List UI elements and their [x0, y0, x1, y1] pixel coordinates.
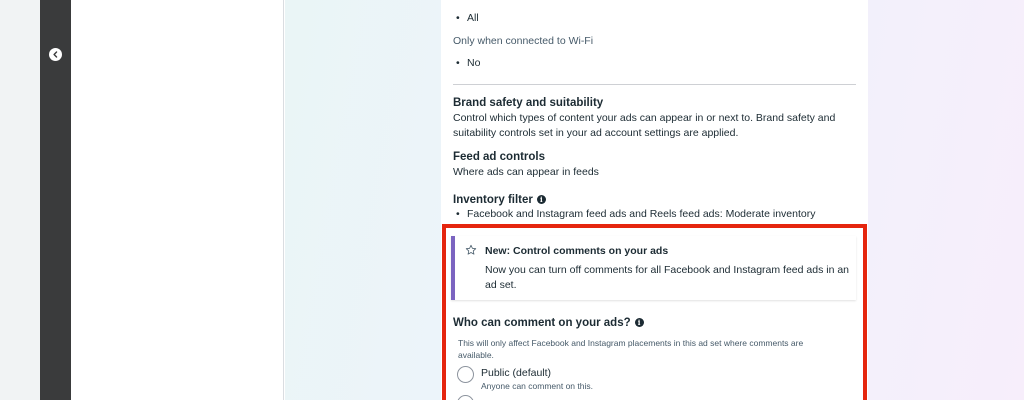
info-icon[interactable]: i	[634, 318, 644, 327]
feed-ad-controls-description: Where ads can appear in feeds	[453, 166, 599, 178]
collapse-panel-button[interactable]	[49, 48, 62, 61]
chevron-left-icon	[53, 51, 58, 58]
inventory-filter-value: Facebook and Instagram feed ads and Reel…	[453, 208, 815, 220]
feed-ad-controls-title: Feed ad controls	[453, 151, 546, 163]
left-panel	[71, 0, 284, 400]
comment-permission-helper: This will only affect Facebook and Insta…	[458, 338, 804, 360]
notice-title: New: Control comments on your ads	[485, 245, 669, 257]
brand-safety-title: Brand safety and suitability	[453, 97, 604, 109]
inventory-filter-title: Inventory filter	[453, 194, 533, 206]
comment-permission-heading: Who can comment on your ads? i	[453, 317, 644, 329]
public-radio[interactable]	[457, 366, 474, 383]
connection-all-value: All	[453, 12, 479, 24]
brand-safety-description: Control which types of content your ads …	[453, 112, 836, 139]
left-margin	[0, 0, 40, 400]
comments-notice: New: Control comments on your ads Now yo…	[451, 236, 856, 300]
star-icon	[465, 244, 477, 255]
section-divider	[453, 84, 856, 85]
notice-body: Now you can turn off comments for all Fa…	[485, 264, 850, 291]
public-option-label[interactable]: Public (default)	[481, 367, 551, 379]
comment-permission-question: Who can comment on your ads?	[453, 317, 631, 329]
inventory-filter-heading: Inventory filter i	[453, 194, 546, 206]
public-option-description: Anyone can comment on this.	[481, 381, 593, 391]
wifi-label: Only when connected to Wi-Fi	[453, 35, 594, 47]
info-icon[interactable]: i	[536, 195, 546, 204]
wifi-value: No	[453, 57, 480, 69]
